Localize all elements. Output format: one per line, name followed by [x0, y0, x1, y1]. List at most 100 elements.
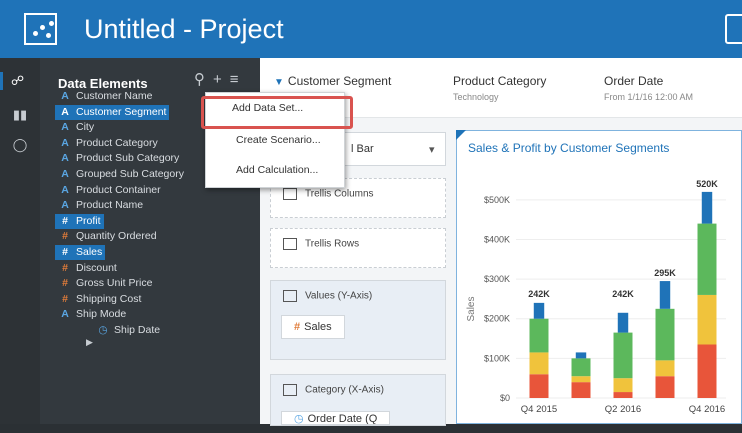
clock-icon: ◷: [294, 413, 304, 425]
filter-product-category[interactable]: Product Category Technology: [453, 74, 546, 102]
chart-type-label: l Bar: [351, 143, 374, 155]
scatter-logo-icon: [24, 13, 57, 45]
category-x-axis-dropzone[interactable]: Category (X-Axis) ◷ Order Date (Q: [270, 374, 446, 426]
filter-value: Technology: [453, 92, 499, 102]
values-y-axis-dropzone[interactable]: Values (Y-Axis) # Sales: [270, 280, 446, 360]
project-title[interactable]: Untitled - Project: [84, 14, 284, 45]
text-type-icon: A: [61, 152, 69, 165]
data-element-item[interactable]: # Quantity Ordered: [58, 229, 156, 244]
data-element-item[interactable]: A Product Sub Category: [58, 151, 179, 166]
y-tick-label: $100K: [484, 353, 510, 363]
bar-segment: [655, 308, 675, 361]
data-element-label: Profit: [76, 214, 101, 227]
data-element-label: Product Name: [76, 199, 144, 212]
x-tick-label: Q4 2016: [689, 404, 725, 415]
chevron-down-icon: ▾: [429, 144, 435, 156]
bar-segment: [697, 344, 717, 398]
data-element-item[interactable]: # Discount: [58, 261, 117, 276]
y-tick-label: $200K: [484, 314, 510, 324]
add-icon[interactable]: +: [213, 71, 230, 88]
data-element-item[interactable]: # Shipping Cost: [58, 292, 141, 307]
data-element-item[interactable]: A Grouped Sub Category: [58, 167, 184, 182]
chip-label: Sales: [304, 321, 332, 333]
trellis-rows-dropzone[interactable]: Trellis Rows: [270, 228, 446, 268]
bar-segment: [613, 392, 633, 398]
bar-segment: [613, 378, 633, 393]
data-element-label: Grouped Sub Category: [76, 168, 184, 180]
text-type-icon: A: [61, 308, 69, 321]
data-element-item[interactable]: # Gross Unit Price: [58, 276, 152, 291]
y-tick-label: $0: [500, 393, 510, 403]
bar-segment: [571, 358, 591, 377]
data-element-label: Sales: [76, 246, 103, 258]
filter-value: From 1/1/16 12:00 AM: [604, 92, 694, 102]
category-chip-order-date[interactable]: ◷ Order Date (Q: [281, 411, 391, 425]
trellis-rows-label: Trellis Rows: [305, 238, 360, 250]
data-element-label: Customer Segment: [76, 105, 167, 118]
category-label: Category (X-Axis): [305, 384, 384, 396]
number-type-icon: #: [62, 261, 68, 274]
chart-title: Sales & Profit by Customer Segments: [468, 141, 670, 155]
data-element-label: Product Category: [76, 136, 158, 149]
rows-icon: [283, 238, 297, 250]
menu-icon[interactable]: ≡: [230, 71, 247, 88]
text-type-icon: A: [61, 168, 69, 180]
data-element-item[interactable]: A Product Name: [58, 198, 143, 213]
bar-segment: [697, 223, 717, 295]
bar-segment: [697, 294, 717, 345]
data-label: 242K: [612, 289, 634, 299]
menu-item-add-calculation[interactable]: Add Calculation...: [206, 159, 346, 181]
columns-icon: [283, 188, 297, 200]
filter-customer-segment[interactable]: ▼ Customer Segment: [274, 74, 391, 92]
pin-icon: ▼: [274, 77, 284, 88]
values-chip-sales[interactable]: # Sales: [281, 315, 345, 339]
data-element-label: Customer Name: [76, 90, 153, 102]
filter-order-date[interactable]: Order Date From 1/1/16 12:00 AM: [604, 74, 693, 102]
number-type-icon: #: [62, 292, 68, 305]
data-elements-tab-icon[interactable]: ☍: [0, 72, 32, 90]
text-type-icon: A: [61, 105, 69, 118]
bar-segment: [533, 302, 545, 319]
bar-segment: [571, 376, 591, 383]
data-element-item[interactable]: A Customer Name: [58, 89, 152, 104]
data-element-item[interactable]: A Product Category: [58, 136, 158, 151]
data-element-item[interactable]: A Ship Mode: [58, 307, 126, 322]
bar-segment: [529, 318, 549, 353]
bar-segment: [701, 191, 713, 224]
bar-segment: [659, 281, 671, 309]
filter-label: Customer Segment: [287, 74, 392, 88]
data-element-item[interactable]: A Customer Segment: [55, 104, 170, 120]
x-tick-label: Q2 2016: [605, 404, 641, 415]
data-element-item[interactable]: ◷ Ship Date: [96, 323, 160, 338]
y-tick-label: $500K: [484, 195, 510, 205]
bar-segment: [529, 374, 549, 398]
analytics-tab-icon[interactable]: ◯: [10, 136, 30, 154]
bar-segment: [617, 312, 629, 333]
data-element-label: Shipping Cost: [76, 292, 142, 305]
bar-segment: [529, 352, 549, 375]
text-type-icon: A: [61, 90, 69, 102]
filter-label: Product Category: [453, 74, 547, 88]
window-button[interactable]: [725, 14, 742, 44]
expand-arrow-icon[interactable]: ▶: [86, 337, 93, 348]
data-element-label: Product Container: [76, 183, 161, 196]
selection-corner: [456, 130, 466, 140]
data-element-item[interactable]: A City: [58, 120, 94, 135]
trellis-columns-label: Trellis Columns: [305, 188, 374, 200]
number-icon: #: [294, 321, 301, 333]
bar-segment: [655, 360, 675, 377]
bar-segment: [613, 332, 633, 379]
visualizations-tab-icon[interactable]: ▮▮: [10, 106, 30, 124]
data-element-label: Gross Unit Price: [76, 277, 153, 290]
menu-item-create-scenario[interactable]: Create Scenario...: [206, 129, 346, 151]
data-element-label: Discount: [76, 261, 117, 274]
number-type-icon: #: [62, 230, 68, 243]
number-type-icon: #: [62, 277, 68, 290]
data-element-item[interactable]: # Sales: [55, 245, 106, 260]
search-icon[interactable]: ⚲: [194, 71, 213, 88]
number-type-icon: #: [62, 214, 68, 227]
data-element-item[interactable]: # Profit: [55, 213, 104, 229]
data-element-item[interactable]: A Product Container: [58, 183, 161, 198]
y-tick-label: $400K: [484, 234, 510, 244]
title-bar: Untitled - Project: [0, 0, 742, 58]
